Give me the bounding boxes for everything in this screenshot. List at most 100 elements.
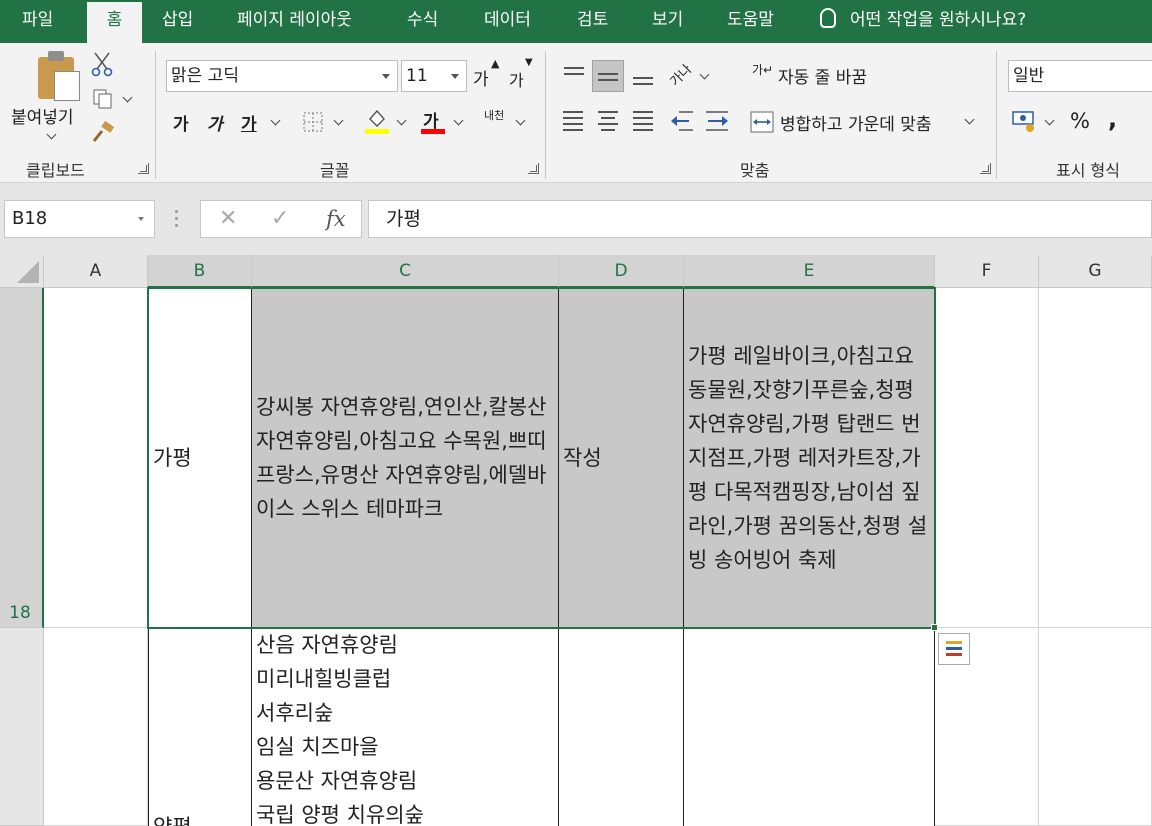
- chevron-down-icon[interactable]: [699, 69, 710, 80]
- tab-page-layout[interactable]: 페이지 레이아웃: [237, 0, 352, 43]
- accounting-format-icon[interactable]: [1012, 109, 1038, 133]
- align-bottom-button[interactable]: [631, 63, 655, 87]
- font-size-select[interactable]: 11: [401, 60, 467, 92]
- group-divider: [996, 51, 997, 179]
- row-header-18[interactable]: 18: [0, 288, 44, 628]
- select-all-button[interactable]: [0, 255, 44, 288]
- cell-a18[interactable]: [44, 288, 148, 628]
- dropdown-arrow-icon: [382, 74, 390, 79]
- tab-file[interactable]: 파일: [22, 0, 53, 43]
- cancel-icon[interactable]: ✕: [219, 201, 237, 237]
- wrap-text-button[interactable]: 가↵ 자동 줄 바꿈: [752, 61, 942, 91]
- column-header-f[interactable]: F: [935, 255, 1039, 288]
- font-color-swatch: [421, 129, 445, 134]
- cell-b18[interactable]: 가평: [148, 288, 252, 628]
- alignment-group-label: 맞춤: [740, 161, 770, 180]
- cell-d18[interactable]: 작성: [558, 288, 684, 628]
- formula-input[interactable]: 가평: [368, 200, 1152, 238]
- font-size-value: 11: [406, 66, 428, 86]
- number-group-label: 표시 형식: [1056, 161, 1120, 180]
- tab-review[interactable]: 검토: [577, 0, 608, 43]
- cell-g18[interactable]: [1039, 288, 1152, 628]
- list-item: 서후리숲: [256, 701, 334, 725]
- underline-button[interactable]: 가: [241, 110, 257, 135]
- align-right-button[interactable]: [632, 109, 656, 133]
- chevron-down-icon: [46, 129, 57, 140]
- quick-analysis-icon[interactable]: [938, 633, 970, 665]
- row-header-19[interactable]: [0, 628, 44, 826]
- merge-center-button[interactable]: 병합하고 가운데 맞춤: [750, 107, 980, 137]
- alignment-launcher-icon[interactable]: [980, 163, 991, 174]
- cell-f18[interactable]: [935, 288, 1039, 628]
- grow-arrow-icon: ▲: [491, 57, 500, 70]
- paste-button[interactable]: 붙여넣기: [8, 43, 88, 153]
- align-top-button[interactable]: [562, 63, 586, 87]
- tab-help[interactable]: 도움말: [727, 0, 774, 43]
- chevron-down-icon[interactable]: [122, 92, 133, 103]
- name-box[interactable]: B18: [4, 200, 155, 238]
- shrink-font-button[interactable]: 가: [509, 67, 524, 91]
- ribbon-home: 붙여넣기 클립보드 맑은 고딕 11 가 ▲ 가 ▼ 가 가 가 가 내천 글꼴…: [0, 43, 1152, 183]
- align-center-button[interactable]: [597, 109, 621, 133]
- tab-formulas[interactable]: 수식: [407, 0, 438, 43]
- number-format-select[interactable]: 일반: [1008, 60, 1152, 92]
- comma-style-button[interactable]: ,: [1108, 105, 1117, 133]
- font-name-select[interactable]: 맑은 고딕: [166, 60, 398, 92]
- bold-button[interactable]: 가: [173, 110, 189, 135]
- increase-indent-icon[interactable]: [704, 109, 730, 133]
- worksheet-grid[interactable]: 가평 강씨봉 자연휴양림,연인산,칼봉산 자연휴양림,아침고요 수목원,쁘띠프랑…: [44, 287, 1152, 826]
- tab-data[interactable]: 데이터: [484, 0, 531, 43]
- clipboard-launcher-icon[interactable]: [138, 163, 149, 174]
- cell-d19[interactable]: [558, 627, 684, 826]
- percent-style-button[interactable]: %: [1070, 109, 1090, 133]
- copy-icon[interactable]: [92, 88, 114, 110]
- align-left-button[interactable]: [562, 109, 586, 133]
- tell-me-search[interactable]: 어떤 작업을 원하시나요?: [820, 0, 1026, 43]
- group-divider: [545, 51, 546, 179]
- cell-g19[interactable]: [1039, 628, 1152, 826]
- decrease-indent-icon[interactable]: [669, 109, 695, 133]
- grow-font-button[interactable]: 가: [473, 65, 489, 90]
- column-header-c[interactable]: C: [252, 255, 559, 288]
- row-number: 18: [9, 603, 31, 623]
- align-middle-button[interactable]: [592, 60, 624, 92]
- column-header-g[interactable]: G: [1039, 255, 1152, 288]
- list-item: 임실 치즈마을: [256, 735, 379, 759]
- cell-c19[interactable]: 산음 자연휴양림 미리내힐빙클럽 서후리숲 임실 치즈마을 용문산 자연휴양림 …: [251, 627, 559, 826]
- tab-view[interactable]: 보기: [652, 0, 683, 43]
- ribbon-tab-bar: 파일 홈 삽입 페이지 레이아웃 수식 데이터 검토 보기 도움말 어떤 작업을…: [0, 0, 1152, 43]
- chevron-down-icon[interactable]: [270, 115, 281, 126]
- tab-home[interactable]: 홈: [87, 0, 142, 43]
- drag-handle-icon[interactable]: [175, 210, 179, 228]
- tab-insert[interactable]: 삽입: [162, 0, 193, 43]
- italic-button[interactable]: 가: [207, 110, 223, 135]
- fill-color-icon[interactable]: [364, 107, 390, 135]
- format-painter-icon[interactable]: [90, 121, 116, 145]
- cell-c18[interactable]: 강씨봉 자연휴양림,연인산,칼봉산 자연휴양림,아침고요 수목원,쁘띠프랑스,유…: [251, 288, 559, 628]
- column-header-a[interactable]: A: [44, 255, 148, 288]
- chevron-down-icon[interactable]: [1044, 115, 1055, 126]
- insert-function-button[interactable]: fx: [326, 201, 346, 237]
- borders-icon[interactable]: [302, 111, 324, 133]
- cell-e19[interactable]: [683, 627, 935, 826]
- clipboard-clip: [48, 51, 64, 61]
- cut-icon[interactable]: [90, 51, 114, 77]
- chevron-down-icon[interactable]: [333, 115, 344, 126]
- chevron-down-icon[interactable]: [453, 115, 464, 126]
- cell-b19[interactable]: 양평: [148, 627, 252, 826]
- cell-e18[interactable]: 가평 레일바이크,아침고요 동물원,잣향기푸른숲,청평자연휴양림,가평 탑랜드 …: [683, 288, 935, 628]
- phonetic-guide-button[interactable]: 내천: [484, 107, 504, 123]
- list-item: 미리내힐빙클럽: [256, 667, 392, 691]
- enter-check-icon[interactable]: ✓: [271, 201, 289, 237]
- lightbulb-icon: [820, 8, 836, 28]
- font-launcher-icon[interactable]: [528, 163, 539, 174]
- column-header-e[interactable]: E: [684, 255, 935, 288]
- cell-a19[interactable]: [44, 628, 148, 826]
- fill-handle[interactable]: [931, 624, 938, 631]
- orientation-button[interactable]: 가나: [665, 59, 696, 90]
- column-header-d[interactable]: D: [559, 255, 684, 288]
- column-header-b[interactable]: B: [148, 255, 252, 288]
- dropdown-arrow-icon: [451, 74, 459, 79]
- chevron-down-icon[interactable]: [396, 115, 407, 126]
- chevron-down-icon[interactable]: [515, 115, 526, 126]
